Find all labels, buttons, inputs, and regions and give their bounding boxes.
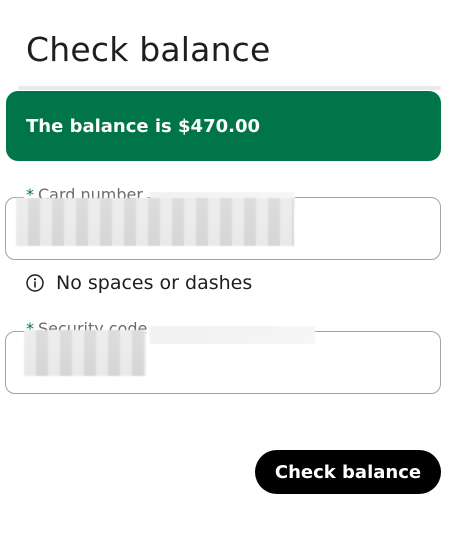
page-title: Check balance <box>26 30 271 69</box>
balance-message: The balance is $470.00 <box>26 115 261 137</box>
check-balance-button[interactable]: Check balance <box>255 450 441 494</box>
title-divider <box>18 86 441 90</box>
redacted-card-number <box>16 198 294 246</box>
info-icon <box>26 274 44 292</box>
helper-text: No spaces or dashes <box>56 272 253 294</box>
card-number-helper: No spaces or dashes <box>26 272 252 294</box>
redacted-security-code <box>24 330 146 376</box>
redacted-label-area <box>150 326 315 344</box>
balance-result-banner: The balance is $470.00 <box>6 91 441 161</box>
